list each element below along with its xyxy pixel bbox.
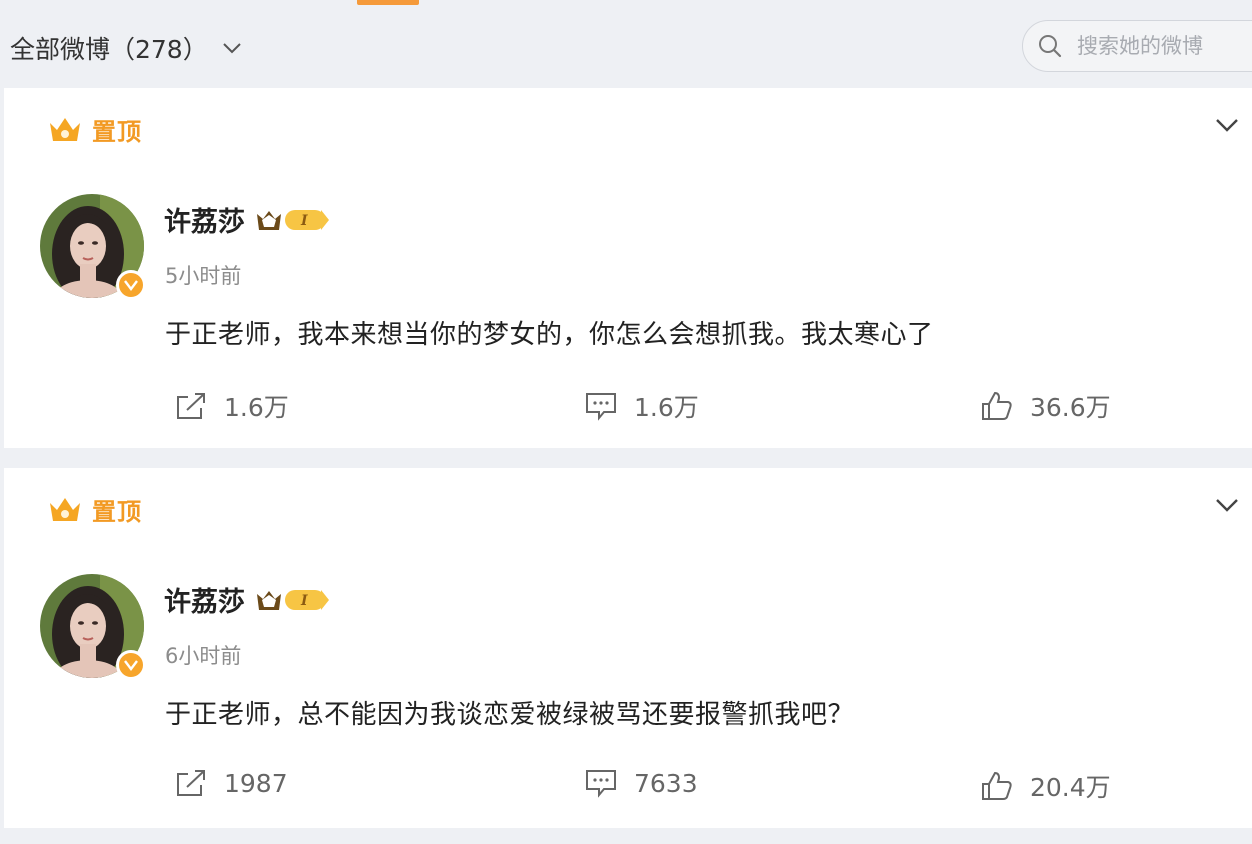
like-button[interactable]: 20.4万 bbox=[980, 768, 1111, 804]
avatar[interactable] bbox=[40, 194, 146, 300]
like-button[interactable]: 36.6万 bbox=[980, 388, 1111, 424]
verified-badge-icon bbox=[116, 650, 146, 680]
share-count: 1987 bbox=[224, 768, 288, 798]
comment-icon bbox=[584, 768, 618, 798]
pinned-text: 置顶 bbox=[92, 498, 142, 526]
svg-text:I: I bbox=[300, 593, 308, 609]
post-card: 置顶 许荔莎 I bbox=[4, 468, 1252, 828]
comment-button[interactable]: 7633 bbox=[584, 768, 698, 798]
pinned-text: 置顶 bbox=[92, 118, 142, 146]
share-button[interactable]: 1.6万 bbox=[174, 388, 289, 424]
post-menu-chevron-icon[interactable] bbox=[1212, 492, 1242, 518]
comment-icon bbox=[584, 391, 618, 421]
comment-count: 1.6万 bbox=[634, 393, 699, 422]
filter-bar: 全部微博（278） bbox=[0, 0, 1252, 88]
search-box[interactable] bbox=[1022, 20, 1252, 72]
search-icon bbox=[1037, 33, 1063, 59]
svg-text:I: I bbox=[300, 213, 308, 229]
thumbs-up-icon bbox=[980, 390, 1014, 422]
share-button[interactable]: 1987 bbox=[174, 768, 288, 798]
post-text: 于正老师，总不能因为我谈恋爱被绿被骂还要报警抓我吧？ bbox=[165, 700, 855, 730]
username-text: 许荔莎 bbox=[164, 207, 245, 238]
crown-icon bbox=[48, 115, 82, 145]
username-text: 许荔莎 bbox=[164, 587, 245, 618]
share-icon bbox=[174, 391, 208, 421]
like-count: 36.6万 bbox=[1030, 393, 1111, 422]
pinned-label: 置顶 bbox=[48, 492, 142, 527]
like-count: 20.4万 bbox=[1030, 773, 1111, 802]
avatar[interactable] bbox=[40, 574, 146, 680]
comment-button[interactable]: 1.6万 bbox=[584, 388, 699, 424]
verified-badge-icon bbox=[116, 270, 146, 300]
filter-label-text: 全部微博（278） bbox=[10, 35, 208, 64]
post-timestamp[interactable]: 5小时前 bbox=[165, 260, 241, 290]
post-card: 置顶 许荔莎 I bbox=[4, 88, 1252, 448]
pinned-label: 置顶 bbox=[48, 112, 142, 147]
share-icon bbox=[174, 768, 208, 798]
vip-level-badge-icon[interactable]: I bbox=[255, 586, 331, 614]
crown-icon bbox=[48, 495, 82, 525]
comment-count: 7633 bbox=[634, 768, 698, 798]
username[interactable]: 许荔莎 I bbox=[164, 200, 331, 239]
all-posts-filter[interactable]: 全部微博（278） bbox=[10, 30, 244, 66]
share-count: 1.6万 bbox=[224, 393, 289, 422]
post-text: 于正老师，我本来想当你的梦女的，你怎么会想抓我。我太寒心了 bbox=[165, 320, 934, 350]
username[interactable]: 许荔莎 I bbox=[164, 580, 331, 619]
chevron-down-icon bbox=[222, 37, 244, 59]
post-menu-chevron-icon[interactable] bbox=[1212, 112, 1242, 138]
post-timestamp[interactable]: 6小时前 bbox=[165, 640, 241, 670]
thumbs-up-icon bbox=[980, 770, 1014, 802]
vip-level-badge-icon[interactable]: I bbox=[255, 206, 331, 234]
search-input[interactable] bbox=[1075, 33, 1249, 59]
